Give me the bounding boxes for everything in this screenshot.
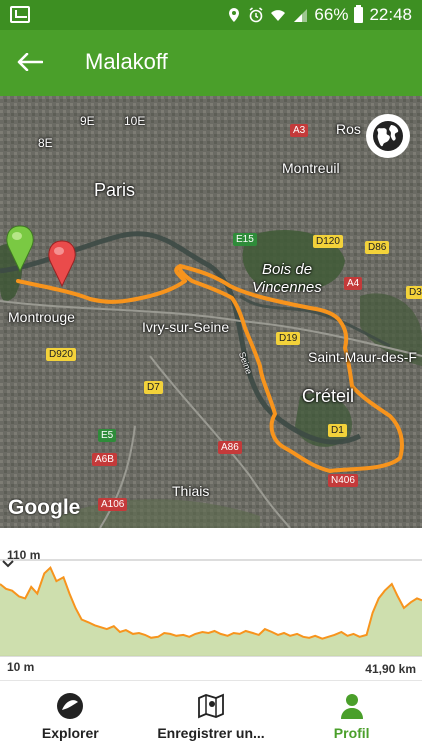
nav-label-profil: Profil <box>333 725 370 741</box>
profile-icon <box>337 691 367 721</box>
google-attribution: Google <box>8 496 81 519</box>
bottom-navigation: Explorer Enregistrer un... Profil <box>0 680 422 750</box>
map-label-8e: 8E <box>38 136 53 150</box>
map-label-bois-1: Bois de <box>262 261 313 278</box>
road-badge-n406: N406 <box>328 474 358 487</box>
explore-icon <box>55 691 85 721</box>
signal-icon <box>294 9 308 22</box>
map-label-rosny: Ros <box>336 121 361 137</box>
status-icons: 66% 22:48 <box>226 0 412 30</box>
battery-percent: 66% <box>314 5 349 24</box>
elevation-distance-label: 41,90 km <box>365 662 416 676</box>
nav-label-explorer: Explorer <box>41 725 99 741</box>
back-button[interactable] <box>10 42 50 82</box>
gmail-notification-icon <box>10 6 30 23</box>
page-title: Malakoff <box>85 49 168 74</box>
road-badge-d920: D920 <box>46 348 76 361</box>
map-label-10e: 10E <box>124 114 146 128</box>
road-badge-a86: A86 <box>218 441 242 454</box>
nav-explorer[interactable]: Explorer <box>0 681 141 750</box>
map-label-montreuil: Montreuil <box>282 160 340 176</box>
app-bar: Malakoff <box>0 30 422 96</box>
map-label-9e: 9E <box>80 114 95 128</box>
map-label-saint-maur: Saint-Maur-des-F <box>308 349 417 365</box>
status-bar: 66% 22:48 <box>0 0 422 30</box>
road-badge-a6b: A6B <box>92 453 117 466</box>
road-badge-d86: D86 <box>365 241 390 254</box>
alarm-icon <box>249 7 263 23</box>
nav-profil[interactable]: Profil <box>281 681 422 750</box>
elevation-chart <box>0 559 422 657</box>
location-icon <box>229 8 240 22</box>
globe-icon <box>373 121 403 151</box>
map-label-creteil: Créteil <box>302 386 355 406</box>
road-badge-e15: E15 <box>233 233 257 246</box>
satellite-map[interactable]: 9E 10E 8E Paris Montreuil Ros Bois de Vi… <box>0 96 422 528</box>
battery-icon <box>354 5 364 23</box>
map-icon <box>196 691 226 721</box>
arrow-left-icon <box>17 53 43 71</box>
elevation-area <box>0 567 422 656</box>
road-badge-d120: D120 <box>313 235 343 248</box>
clock: 22:48 <box>369 5 412 24</box>
nav-label-record: Enregistrer un... <box>157 725 265 741</box>
nav-record[interactable]: Enregistrer un... <box>141 681 282 750</box>
road-badge-a3: A3 <box>290 124 309 137</box>
wifi-icon <box>271 10 286 21</box>
app-screen: 66% 22:48 Malakoff 9E 10E 8E Paris Montr… <box>0 0 422 750</box>
road-badge-e5: E5 <box>98 429 117 442</box>
elevation-panel: 110 m 10 m 41,90 km <box>0 528 422 680</box>
map-type-button[interactable] <box>366 114 410 158</box>
road-badge-a106: A106 <box>98 498 128 511</box>
map-label-paris: Paris <box>94 180 136 200</box>
map-label-montrouge: Montrouge <box>8 309 75 325</box>
road-badge-d19: D19 <box>276 332 301 345</box>
map-label-ivry: Ivry-sur-Seine <box>142 319 230 335</box>
road-badge-d3: D3 <box>406 286 422 299</box>
road-badge-d7: D7 <box>144 381 163 394</box>
road-badge-a4: A4 <box>344 277 363 290</box>
road-badge-d1: D1 <box>328 424 347 437</box>
map-label-bois-2: Vincennes <box>252 279 322 296</box>
map-label-thiais: Thiais <box>172 483 210 499</box>
elevation-min-label: 10 m <box>7 660 35 674</box>
